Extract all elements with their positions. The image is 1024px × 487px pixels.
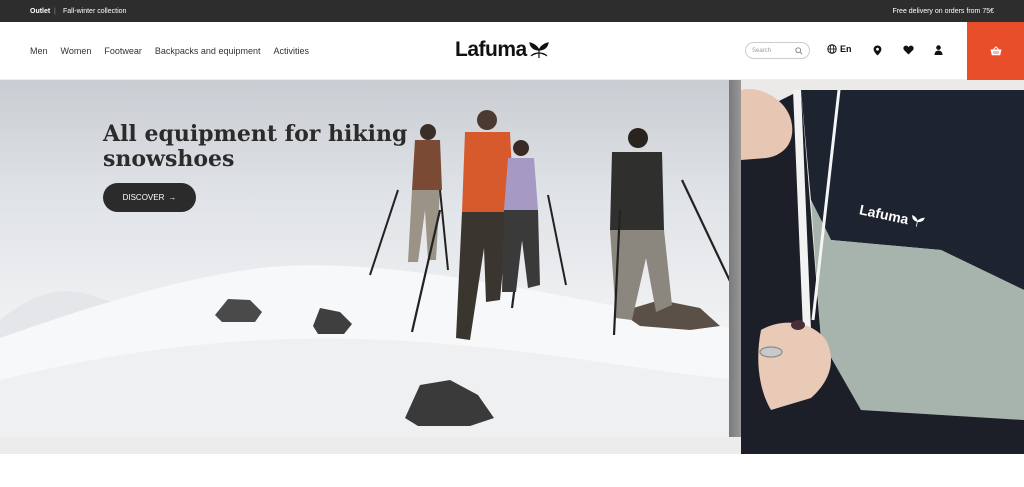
jacket-image — [741, 80, 1024, 454]
leaf-icon — [911, 214, 925, 227]
topbar-separator: | — [54, 7, 56, 15]
nav-item-backpacks[interactable]: Backpacks and equipment — [155, 46, 261, 56]
search-placeholder: Search — [752, 47, 772, 54]
delivery-notice: Free delivery on orders from 75€ — [892, 7, 994, 15]
hero-banner[interactable]: All equipment for hiking snowshoes DISCO… — [0, 80, 740, 437]
user-icon — [934, 45, 942, 55]
discover-button[interactable]: DISCOVER → — [103, 183, 196, 212]
collection-link[interactable]: Fall-winter collection — [63, 8, 126, 15]
heart-icon — [902, 45, 914, 55]
hero-title: All equipment for hiking snowshoes — [103, 122, 423, 172]
hero-title-line2: snowshoes — [103, 146, 235, 172]
site-header: Men Women Footwear Backpacks and equipme… — [0, 22, 1024, 80]
hero-title-line1: All equipment for hiking — [103, 121, 408, 147]
nav-item-footwear[interactable]: Footwear — [104, 46, 142, 56]
logo-text: Lafuma — [455, 38, 527, 61]
language-label: En — [840, 44, 852, 54]
arrow-right-icon: → — [168, 193, 177, 202]
store-locator-button[interactable] — [871, 44, 883, 56]
hiker-figure — [502, 140, 567, 292]
search-icon — [795, 46, 803, 55]
main-nav: Men Women Footwear Backpacks and equipme… — [30, 22, 309, 80]
hero-bottom-strip — [0, 437, 741, 454]
discover-label: DISCOVER — [122, 193, 165, 202]
account-button[interactable] — [932, 44, 944, 56]
cart-button[interactable] — [967, 22, 1024, 80]
language-selector[interactable]: En — [827, 44, 852, 54]
site-logo[interactable]: Lafuma — [455, 38, 549, 62]
outlet-link[interactable]: Outlet — [30, 8, 50, 15]
location-pin-icon — [873, 45, 881, 55]
search-input[interactable]: Search — [745, 42, 810, 59]
leaf-icon — [528, 42, 549, 58]
wishlist-button[interactable] — [902, 44, 914, 56]
nav-item-activities[interactable]: Activities — [273, 46, 309, 56]
nav-item-men[interactable]: Men — [30, 46, 48, 56]
announcement-bar: Outlet | Fall-winter collection Free del… — [0, 0, 1024, 22]
globe-icon — [827, 44, 837, 54]
jacket-promo-image[interactable]: Lafuma — [741, 80, 1024, 454]
basket-icon — [990, 46, 1001, 56]
nav-item-women[interactable]: Women — [61, 46, 92, 56]
